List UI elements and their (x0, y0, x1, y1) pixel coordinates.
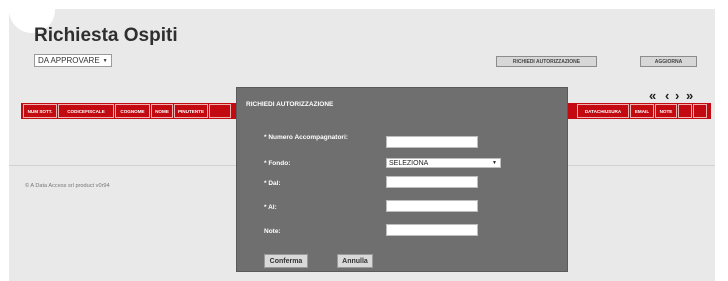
accompagnatori-input[interactable] (386, 136, 478, 148)
column-header-hidden (209, 104, 231, 118)
dal-input[interactable] (386, 176, 478, 188)
column-header-note[interactable]: NOTE (655, 104, 677, 118)
column-header-datachiusura[interactable]: DATACHIUSURA (577, 104, 629, 118)
chevron-down-icon: ▼ (492, 160, 497, 166)
accompagnatori-label: * Numero Accompagnatori: (264, 134, 348, 141)
dialog-title: RICHIEDI AUTORIZZAZIONE (246, 101, 334, 108)
column-header-num-sott[interactable]: NUM SOTT. (23, 104, 57, 118)
request-authorization-button[interactable]: RICHIEDI AUTORIZZAZIONE (496, 56, 597, 67)
next-page-icon[interactable]: › (675, 88, 679, 103)
note-label: Note: (264, 228, 281, 235)
footer-copyright: © A Data Access srl product v0r94 (25, 183, 110, 189)
first-page-icon[interactable]: « (649, 88, 656, 103)
cancel-button[interactable]: Annulla (337, 254, 373, 268)
al-label: * Al: (264, 204, 277, 211)
screen: Richiesta Ospiti DA APPROVARE ▼ RICHIEDI… (0, 0, 728, 281)
column-header-nome[interactable]: NOME (151, 104, 173, 118)
fondo-label: * Fondo: (264, 160, 291, 167)
status-filter-value: DA APPROVARE (38, 56, 100, 65)
fondo-select[interactable]: SELEZIONA ▼ (386, 158, 501, 168)
last-page-icon[interactable]: » (686, 88, 693, 103)
refresh-button[interactable]: AGGIORNA (640, 56, 697, 67)
al-input[interactable] (386, 200, 478, 212)
note-input[interactable] (386, 224, 478, 236)
confirm-button[interactable]: Conferma (264, 254, 308, 268)
chevron-down-icon: ▼ (102, 57, 108, 64)
fondo-select-value: SELEZIONA (389, 159, 429, 167)
column-header-extra (678, 104, 692, 118)
column-header-extra (693, 104, 707, 118)
column-header-email[interactable]: EMAIL (630, 104, 654, 118)
prev-page-icon[interactable]: ‹ (665, 88, 669, 103)
status-filter-select[interactable]: DA APPROVARE ▼ (34, 54, 112, 67)
page-title: Richiesta Ospiti (34, 25, 178, 46)
dal-label: * Dal: (264, 180, 281, 187)
column-header-pinutente[interactable]: PINUTENTE (174, 104, 208, 118)
column-header-codicefiscale[interactable]: CODICEFISCALE (58, 104, 114, 118)
authorization-dialog: RICHIEDI AUTORIZZAZIONE * Numero Accompa… (236, 87, 568, 272)
column-header-cognome[interactable]: COGNOME (115, 104, 150, 118)
